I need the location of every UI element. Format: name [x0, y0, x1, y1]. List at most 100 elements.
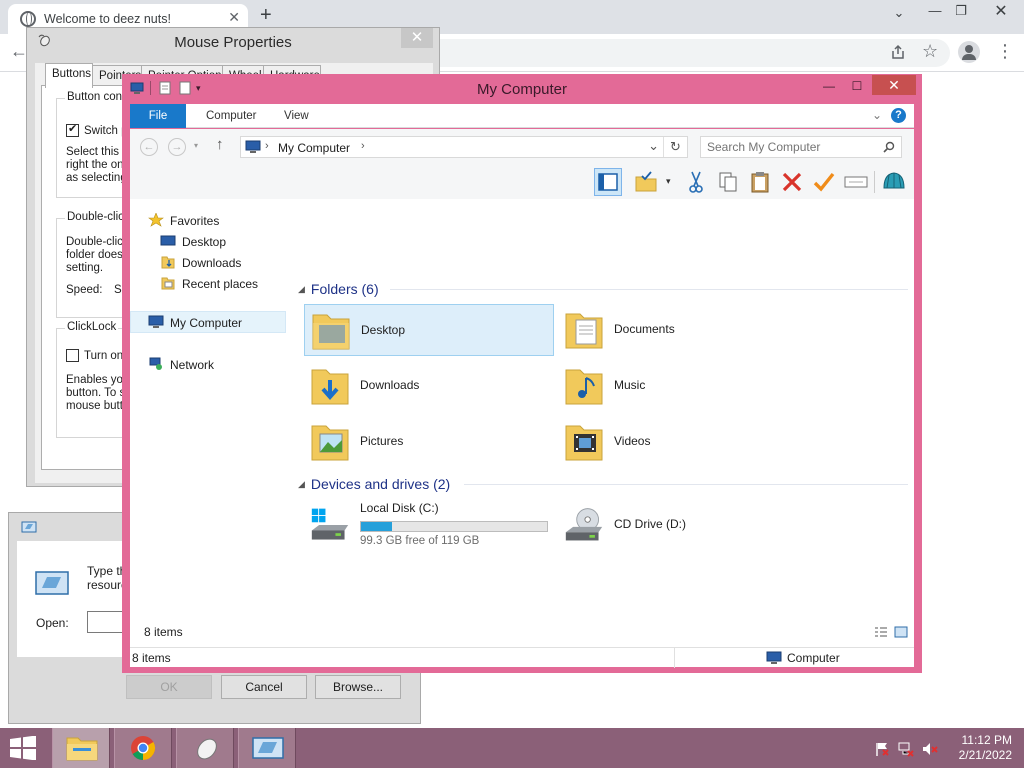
run-ok-button[interactable]: OK — [126, 675, 212, 699]
taskbar-mouse-properties[interactable] — [176, 728, 234, 768]
status-location: Computer — [787, 651, 840, 665]
delete-button[interactable] — [778, 168, 806, 196]
run-open-label: Open: — [36, 616, 69, 630]
nav-desktop[interactable]: Desktop — [160, 234, 226, 249]
star-icon — [148, 213, 164, 227]
folder-tile-downloads[interactable]: Downloads — [304, 360, 554, 412]
explorer-close-button[interactable]: ✕ — [872, 75, 916, 95]
folders-group-header[interactable]: ◢ Folders (6) — [298, 281, 379, 297]
run-icon — [21, 521, 37, 533]
collapse-triangle-icon[interactable]: ◢ — [298, 284, 305, 294]
downloads-folder-icon — [311, 369, 349, 405]
details-view-icon[interactable] — [874, 626, 888, 638]
browser-tab-title: Welcome to deez nuts! — [44, 12, 171, 26]
collapse-triangle-icon[interactable]: ◢ — [298, 479, 305, 489]
tab-buttons[interactable]: Buttons — [45, 63, 93, 88]
run-browse-button[interactable]: Browse... — [315, 675, 401, 699]
explorer-minimize-button[interactable]: — — [816, 76, 842, 96]
rename-icon — [844, 176, 868, 188]
taskbar-file-explorer[interactable] — [52, 728, 110, 768]
properties-button[interactable] — [632, 168, 660, 196]
clipboard-icon — [751, 172, 769, 193]
share-icon[interactable] — [890, 44, 906, 60]
cut-button[interactable] — [682, 168, 710, 196]
taskbar-run[interactable] — [238, 728, 296, 768]
tab-computer[interactable]: Computer — [192, 104, 271, 128]
breadcrumb-arrow-icon[interactable]: › — [361, 140, 365, 152]
run-icon — [252, 737, 284, 759]
bookmark-star-icon[interactable]: ☆ — [922, 41, 938, 62]
nav-favorites[interactable]: Favorites — [148, 213, 219, 228]
large-icons-view-icon[interactable] — [894, 626, 908, 638]
scissors-icon — [689, 171, 703, 193]
help-icon[interactable]: ? — [891, 108, 906, 123]
tab-close-icon[interactable]: ✕ — [228, 9, 240, 26]
nav-back-button[interactable]: ← — [140, 138, 158, 156]
run-instruction-text: resourc — [87, 578, 128, 592]
omnibox[interactable] — [420, 39, 950, 67]
browser-close-button[interactable]: ✕ — [978, 0, 1024, 26]
properties-dropdown-icon[interactable]: ▾ — [666, 176, 671, 187]
browser-restore-button[interactable]: ❐ — [946, 3, 976, 19]
explorer-maximize-button[interactable]: ☐ — [844, 76, 870, 96]
ribbon-expand-icon[interactable]: ⌄ — [872, 108, 882, 122]
run-cancel-button[interactable]: Cancel — [221, 675, 307, 699]
nav-network[interactable]: Network — [148, 357, 214, 372]
refresh-icon[interactable]: ↻ — [663, 137, 687, 157]
action-center-flag-icon[interactable] — [874, 741, 890, 757]
nav-recent-places[interactable]: Recent places — [160, 276, 258, 291]
start-button[interactable] — [8, 736, 38, 760]
up-arrow-icon[interactable]: ↑ — [216, 136, 224, 153]
profile-avatar[interactable] — [958, 41, 980, 63]
nav-forward-button[interactable]: → — [168, 138, 186, 156]
new-tab-button[interactable]: + — [260, 4, 272, 27]
tray-clock[interactable]: 11:12 PM 2/21/2022 — [942, 733, 1012, 763]
folder-tile-documents[interactable]: Documents — [558, 304, 808, 356]
status-item-count: 8 items — [132, 651, 171, 665]
mouse-icon — [197, 738, 217, 760]
volume-muted-icon[interactable] — [922, 741, 938, 757]
breadcrumb-arrow-icon[interactable]: › — [265, 140, 269, 152]
tab-search-icon[interactable]: ⌄ — [884, 5, 914, 21]
mouse-dialog-close-button[interactable]: ✕ — [401, 28, 433, 48]
network-tray-icon[interactable] — [898, 741, 914, 757]
tab-file[interactable]: File — [130, 104, 186, 128]
desktop-folder-icon — [312, 314, 350, 350]
drive-tile-d[interactable]: CD Drive (D:) — [558, 497, 808, 553]
search-icon[interactable] — [883, 141, 895, 153]
rename-field-button[interactable] — [842, 168, 870, 196]
browser-menu-icon[interactable]: ⋮ — [996, 41, 1014, 62]
folder-tile-videos[interactable]: Videos — [558, 416, 808, 468]
copy-button[interactable] — [714, 168, 742, 196]
preview-pane-button[interactable] — [594, 168, 622, 196]
nav-my-computer[interactable]: My Computer — [148, 315, 242, 330]
recent-places-icon — [161, 277, 175, 290]
drive-c-usage-bar — [360, 521, 548, 532]
address-dropdown-icon[interactable]: ⌄ — [648, 138, 659, 154]
switch-buttons-checkbox[interactable] — [66, 122, 79, 137]
drive-tile-c[interactable]: Local Disk (C:) 99.3 GB free of 119 GB — [304, 497, 554, 553]
address-bar[interactable]: › My Computer › ⌄ ↻ — [240, 136, 688, 158]
recent-locations-icon[interactable]: ▾ — [194, 141, 198, 150]
explorer-titlebar: ▾ My Computer — ☐ ✕ — [122, 74, 922, 104]
folder-tile-music[interactable]: Music — [558, 360, 808, 412]
delete-x-icon — [782, 172, 802, 192]
checkmark-icon — [813, 172, 835, 192]
clicklock-checkbox[interactable] — [66, 349, 79, 362]
folder-tile-desktop[interactable]: Desktop — [304, 304, 554, 356]
devices-group-header[interactable]: ◢ Devices and drives (2) — [298, 476, 450, 492]
tray-time: 11:12 PM — [961, 733, 1012, 747]
search-box[interactable] — [700, 136, 902, 158]
rename-button[interactable] — [810, 168, 838, 196]
nav-downloads[interactable]: Downloads — [160, 255, 241, 270]
breadcrumb-my-computer[interactable]: My Computer — [278, 141, 350, 155]
folder-label-videos: Videos — [614, 434, 651, 448]
mouse-dialog-title: Mouse Properties — [174, 34, 292, 51]
pane-icon — [598, 173, 618, 191]
folder-tile-pictures[interactable]: Pictures — [304, 416, 554, 468]
taskbar-chrome[interactable] — [114, 728, 172, 768]
search-input[interactable] — [707, 140, 877, 154]
paste-button[interactable] — [746, 168, 774, 196]
shell-button[interactable] — [880, 168, 908, 196]
tab-view[interactable]: View — [270, 104, 323, 128]
